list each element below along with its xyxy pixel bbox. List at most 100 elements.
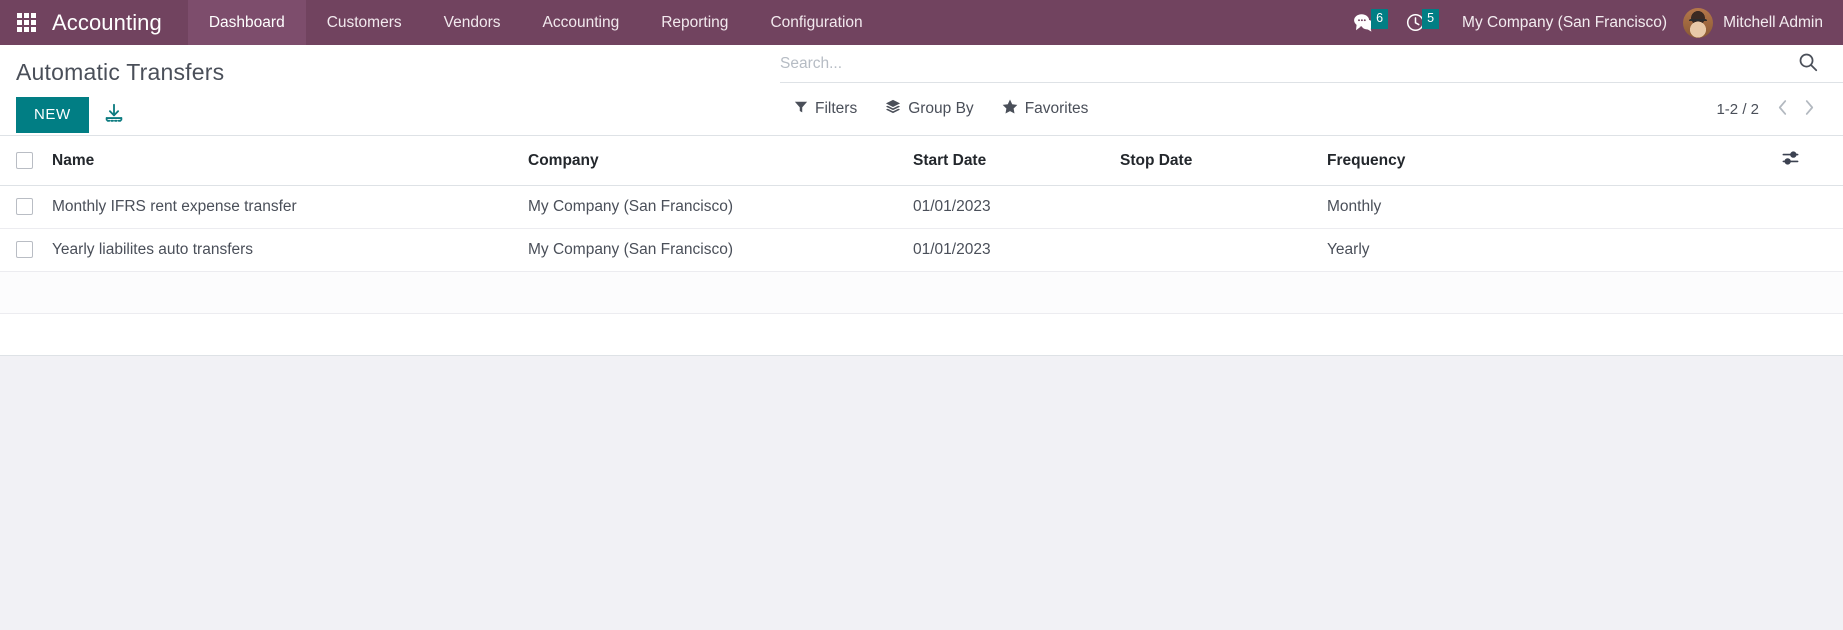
column-header-start-date[interactable]: Start Date (913, 136, 1120, 186)
search-input[interactable] (780, 54, 1795, 73)
table-row[interactable]: Monthly IFRS rent expense transfer My Co… (0, 185, 1843, 229)
menu-item-configuration[interactable]: Configuration (749, 0, 883, 45)
groupby-label: Group By (908, 100, 974, 117)
column-header-stop-date[interactable]: Stop Date (1120, 136, 1327, 186)
empty-cell (1327, 313, 1781, 356)
empty-cell (1327, 271, 1781, 314)
pager: 1-2 / 2 (1716, 97, 1821, 121)
cell-start-date[interactable]: 01/01/2023 (913, 185, 1120, 229)
activities-button[interactable]: 5 (1397, 0, 1448, 45)
menu-item-reporting[interactable]: Reporting (640, 0, 749, 45)
table-head: Name Company Start Date Stop Date Freque… (0, 136, 1843, 186)
empty-cell (528, 313, 913, 356)
company-switcher[interactable]: My Company (San Francisco) (1448, 14, 1683, 32)
groupby-dropdown-button[interactable]: Group By (871, 93, 987, 125)
optional-columns-button[interactable] (1781, 149, 1800, 170)
page-title: Automatic Transfers (16, 59, 225, 85)
top-navbar: Accounting Dashboard Customers Vendors A… (0, 0, 1843, 45)
menu-item-customers[interactable]: Customers (306, 0, 423, 45)
user-name: Mitchell Admin (1723, 13, 1823, 31)
app-brand-name[interactable]: Accounting (52, 10, 188, 36)
avatar (1683, 7, 1714, 38)
apps-menu-button[interactable] (0, 0, 52, 45)
list-view: Name Company Start Date Stop Date Freque… (0, 136, 1843, 356)
cell-spacer (1781, 228, 1843, 272)
search-icon (1797, 51, 1819, 76)
chevron-left-icon (1777, 99, 1788, 119)
menu-item-dashboard[interactable]: Dashboard (187, 0, 306, 45)
table-header-row: Name Company Start Date Stop Date Freque… (0, 136, 1843, 186)
search-button[interactable] (1795, 51, 1821, 76)
column-header-frequency[interactable]: Frequency (1327, 136, 1781, 186)
cell-name[interactable]: Yearly liabilites auto transfers (52, 228, 528, 272)
empty-cell (1120, 313, 1327, 356)
cell-stop-date[interactable] (1120, 228, 1327, 272)
import-download-icon (103, 102, 125, 127)
table-body: Monthly IFRS rent expense transfer My Co… (0, 185, 1843, 356)
empty-row (0, 313, 1843, 356)
sliders-options-icon (1781, 149, 1800, 170)
cell-frequency[interactable]: Monthly (1327, 185, 1781, 229)
search-options-bar: Filters Group By Favorites 1-2 / 2 (780, 83, 1843, 135)
empty-cell (52, 271, 528, 314)
cell-company[interactable]: My Company (San Francisco) (528, 228, 913, 272)
menu-item-vendors[interactable]: Vendors (423, 0, 522, 45)
star-icon (1002, 99, 1018, 119)
cell-company[interactable]: My Company (San Francisco) (528, 185, 913, 229)
column-header-company[interactable]: Company (528, 136, 913, 186)
records-table: Name Company Start Date Stop Date Freque… (0, 136, 1843, 356)
main-menu: Dashboard Customers Vendors Accounting R… (187, 0, 884, 45)
column-header-name[interactable]: Name (52, 136, 528, 186)
cell-name[interactable]: Monthly IFRS rent expense transfer (52, 185, 528, 229)
row-select-cell (0, 185, 52, 229)
menu-item-accounting[interactable]: Accounting (522, 0, 641, 45)
control-panel-top: Automatic Transfers NEW Search... Filter… (0, 45, 1843, 135)
row-checkbox[interactable] (16, 241, 33, 259)
optional-columns-header (1781, 136, 1843, 186)
empty-cell (1120, 271, 1327, 314)
cell-frequency[interactable]: Yearly (1327, 228, 1781, 272)
filter-funnel-icon (794, 100, 808, 119)
activities-count-badge: 5 (1422, 9, 1440, 29)
apps-grid-icon (16, 13, 36, 32)
pager-next-button[interactable] (1798, 97, 1821, 121)
pager-previous-button[interactable] (1771, 97, 1794, 121)
user-menu[interactable]: Mitchell Admin (1683, 7, 1829, 38)
empty-cell (52, 313, 528, 356)
new-button[interactable]: NEW (16, 96, 89, 133)
import-records-button[interactable] (97, 98, 131, 131)
table-row[interactable]: Yearly liabilites auto transfers My Comp… (0, 228, 1843, 272)
select-all-checkbox[interactable] (16, 151, 33, 169)
messages-count-badge: 6 (1371, 9, 1389, 29)
search-panel: Filters Group By (780, 45, 1843, 135)
messages-button[interactable]: 6 (1344, 0, 1397, 45)
cell-spacer (1781, 185, 1843, 229)
filters-label: Filters (815, 100, 858, 117)
row-checkbox[interactable] (16, 198, 33, 216)
control-panel-buttons: NEW (16, 96, 760, 133)
empty-cell (0, 313, 52, 356)
layers-icon (885, 99, 901, 119)
empty-cell (528, 271, 913, 314)
cell-start-date[interactable]: 01/01/2023 (913, 228, 1120, 272)
chevron-right-icon (1804, 99, 1815, 119)
background-area (0, 356, 1843, 630)
empty-cell (1781, 313, 1843, 356)
empty-cell (1781, 271, 1843, 314)
empty-row (0, 271, 1843, 314)
cell-stop-date[interactable] (1120, 185, 1327, 229)
search-view (780, 45, 1843, 83)
favorites-dropdown-button[interactable]: Favorites (988, 93, 1103, 125)
control-panel-left: Automatic Transfers NEW (0, 45, 760, 133)
empty-cell (913, 271, 1120, 314)
search-dropdown-buttons: Filters Group By Favorites (780, 93, 1102, 125)
select-all-header (0, 136, 52, 186)
row-select-cell (0, 228, 52, 272)
empty-cell (913, 313, 1120, 356)
filters-dropdown-button[interactable]: Filters (780, 94, 871, 125)
control-panel: Automatic Transfers NEW Search... Filter… (0, 45, 1843, 136)
favorites-label: Favorites (1024, 100, 1089, 117)
pager-value[interactable]: 1-2 / 2 (1716, 101, 1767, 118)
navbar-right-section: 6 5 My Company (San Francisco) Mitchell … (1344, 0, 1843, 45)
empty-cell (0, 271, 52, 314)
